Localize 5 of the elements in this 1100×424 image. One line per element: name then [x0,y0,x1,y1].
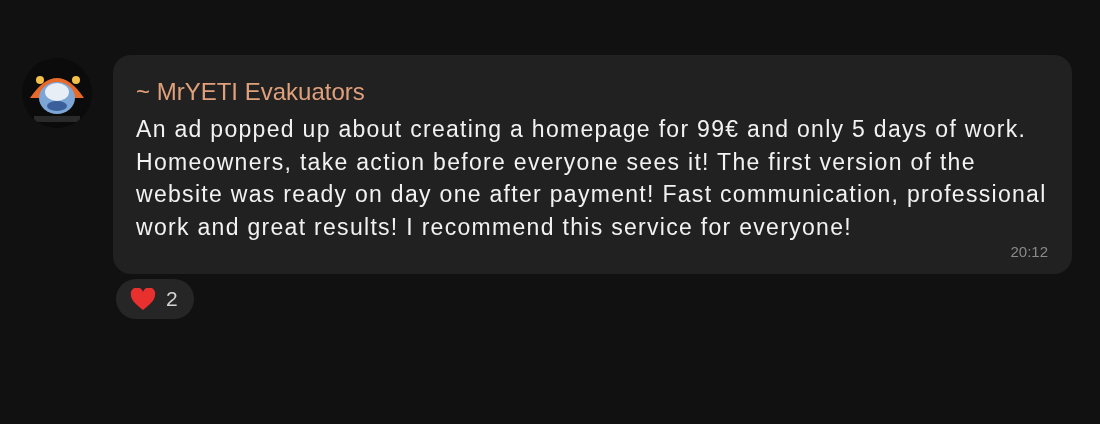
message-text: An ad popped up about creating a homepage for 99€ and only 5 days of work. Homeowners, take action before everyone sees it! The first version of the website was ready on day one after payment! Fast communication, professional work and great results! I recommend this service for everyone! [136,115,1048,242]
heart-icon [130,287,156,311]
reaction-button[interactable]: 2 [116,279,194,319]
sender-name[interactable]: ~ MrYETI Evakuators [136,77,365,107]
message-time: 20:12 [1010,243,1048,260]
